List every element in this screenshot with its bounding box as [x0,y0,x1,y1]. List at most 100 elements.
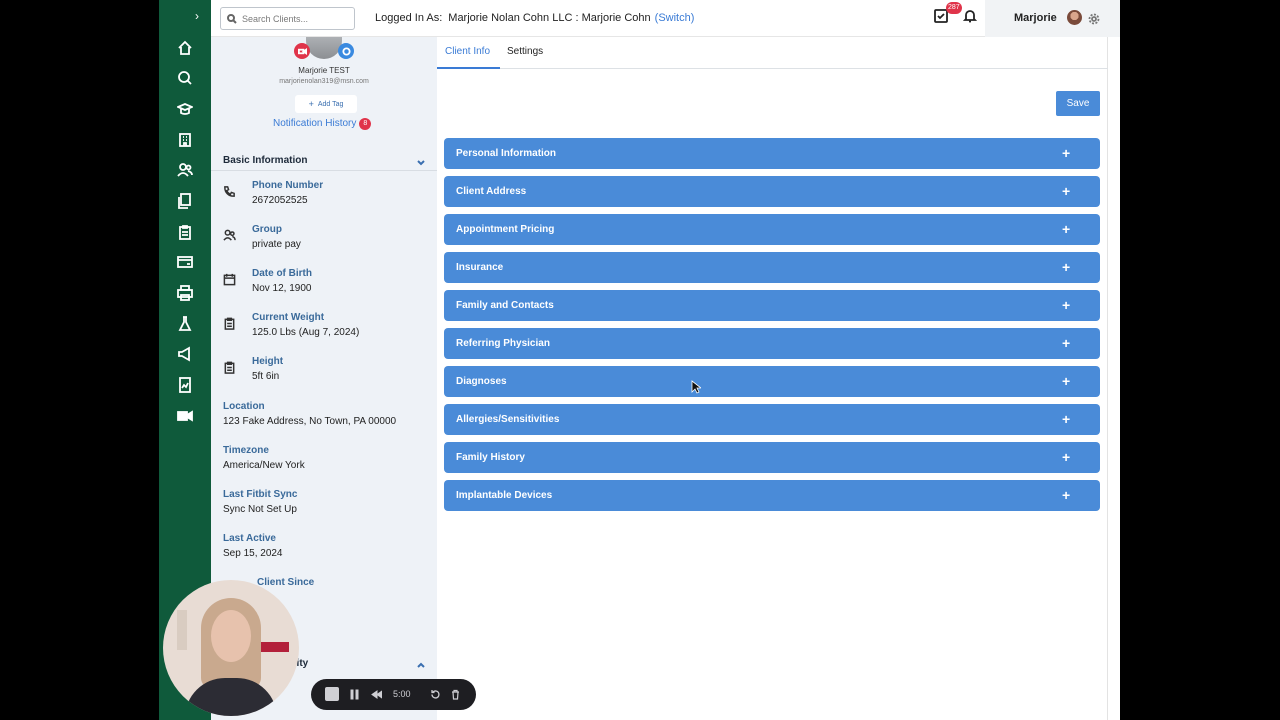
app-window: › Logged In As: Marjorie Nolan Cohn LLC :… [159,0,1120,720]
section-label: Client Address [456,186,527,197]
tab-bar: Client Info Settings [437,37,1108,69]
client-photo [306,37,342,59]
plus-icon[interactable]: + [1062,221,1070,237]
section-referring-physician[interactable]: Referring Physician + [444,328,1100,359]
main-content: Client Info Settings Save Personal Infor… [437,37,1108,720]
reports-icon[interactable] [175,375,195,395]
chevron-down-icon[interactable] [416,155,426,173]
plus-icon[interactable]: + [1062,259,1070,275]
notification-history-link[interactable]: Notification History 8 [273,118,372,130]
tab-settings[interactable]: Settings [507,46,543,57]
save-button[interactable]: Save [1056,91,1100,116]
notification-count-badge: 8 [359,118,372,130]
info-value: private pay [252,239,301,250]
section-label: Allergies/Sensitivities [456,414,560,425]
video-icon[interactable] [175,406,195,426]
section-family-history[interactable]: Family History + [444,442,1100,473]
section-insurance[interactable]: Insurance + [444,252,1100,283]
info-weight: Current Weight 125.0 Lbs (Aug 7, 2024) [223,312,433,338]
logged-in-info: Logged In As: Marjorie Nolan Cohn LLC : M… [375,12,694,24]
info-label: Group [252,224,282,235]
mouse-cursor-icon [691,380,701,394]
clipboard-icon[interactable] [175,222,195,242]
lab-icon[interactable] [175,314,195,334]
tab-client-info[interactable]: Client Info [445,46,490,57]
video-call-icon[interactable] [294,43,310,59]
search-input[interactable] [242,13,347,24]
section-personal-information[interactable]: Personal Information + [444,138,1100,169]
print-icon[interactable] [175,283,195,303]
section-allergies-sensitivities[interactable]: Allergies/Sensitivities + [444,404,1100,435]
pause-icon[interactable] [348,688,361,701]
active-tab-indicator [437,67,500,69]
info-fitbit-sync: Last Fitbit Sync Sync Not Set Up [223,489,433,515]
webcam-person-body [185,678,277,716]
plus-icon[interactable]: + [1062,145,1070,161]
plus-icon: + [308,99,314,109]
switch-account-link[interactable]: (Switch) [655,12,695,24]
plus-icon[interactable]: + [1062,411,1070,427]
clients-icon[interactable] [175,160,195,180]
education-icon[interactable] [175,99,195,119]
gear-icon[interactable] [1088,12,1100,25]
plus-icon[interactable]: + [1062,335,1070,351]
recorder-controls: 5:00 [311,679,476,710]
section-label: Insurance [456,262,504,273]
section-label: Family History [456,452,525,463]
building-icon[interactable] [175,130,195,150]
user-menu[interactable]: Marjorie [985,0,1120,37]
add-tag-button[interactable]: + Add Tag [295,95,357,113]
basic-information-header[interactable]: Basic Information [211,147,437,171]
client-search[interactable] [220,7,355,30]
section-diagnoses[interactable]: Diagnoses + [444,366,1100,397]
home-icon[interactable] [175,38,195,58]
info-value: Nov 12, 1900 [252,283,312,294]
logged-in-label: Logged In As: [375,12,443,24]
logged-in-user: Marjorie Nolan Cohn LLC : Marjorie Cohn [448,12,651,24]
info-group: Group private pay [223,224,433,250]
section-label: Appointment Pricing [456,224,555,235]
info-label: Current Weight [252,312,325,323]
megaphone-icon[interactable] [175,344,195,364]
section-family-and-contacts[interactable]: Family and Contacts + [444,290,1100,321]
info-label: Last Fitbit Sync [223,489,298,500]
webcam-overlay[interactable] [163,580,299,716]
section-label: Family and Contacts [456,300,554,311]
plus-icon[interactable]: + [1062,449,1070,465]
avatar[interactable] [1067,10,1082,25]
search-icon [227,13,237,24]
info-height: Height 5ft 6in [223,356,433,382]
chat-bubble-icon[interactable] [338,43,354,59]
trash-icon[interactable] [449,688,462,701]
plus-icon[interactable]: + [1062,183,1070,199]
stop-recording-button[interactable] [325,687,339,701]
basic-information-title: Basic Information [223,155,308,166]
user-name: Marjorie [1014,12,1057,24]
client-name: Marjorie TEST [298,66,350,75]
client-email: marjorienolan319@msn.com [279,78,369,85]
info-label: Location [223,401,265,412]
plus-icon[interactable]: + [1062,373,1070,389]
chat-icon[interactable] [175,68,195,88]
expand-rail-icon[interactable]: › [195,9,199,23]
section-implantable-devices[interactable]: Implantable Devices + [444,480,1100,511]
documents-icon[interactable] [175,191,195,211]
info-last-active: Last Active Sep 15, 2024 [223,533,433,559]
section-appointment-pricing[interactable]: Appointment Pricing + [444,214,1100,245]
plus-icon[interactable]: + [1062,297,1070,313]
billing-icon[interactable] [175,252,195,272]
rewind-icon[interactable] [370,688,383,701]
section-label: Personal Information [456,148,557,159]
info-phone: Phone Number 2672052525 [223,180,433,206]
chevron-up-icon[interactable] [416,657,426,675]
plus-icon[interactable]: + [1062,487,1070,503]
info-value: America/New York [223,460,305,471]
top-bar: Logged In As: Marjorie Nolan Cohn LLC : M… [211,0,1120,37]
section-client-address[interactable]: Client Address + [444,176,1100,207]
section-label: Referring Physician [456,338,550,349]
restart-icon[interactable] [429,688,442,701]
webcam-lamp [177,610,187,650]
bell-icon[interactable] [962,9,979,25]
info-value: 5ft 6in [252,371,280,382]
clipboard-icon [223,361,237,375]
